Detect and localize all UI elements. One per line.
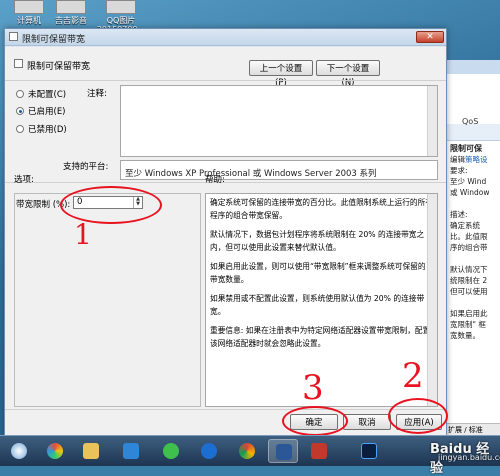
platform-divider [5,182,446,183]
background-window-heading: 限制可保 [450,144,482,153]
taskbar-photoshop[interactable] [354,439,384,463]
header-divider [5,80,446,81]
annotation-circle-apply [388,398,448,434]
previous-setting-button[interactable]: 上一个设置(P) [249,60,313,88]
taskbar-word[interactable] [268,439,298,463]
background-window-bottom-tabs[interactable]: 扩展 / 标准 [446,423,500,435]
help-paragraph: 默认情况下，数据包计划程序将系统限制在 20% 的连接带宽之内，但可以使用此设置… [210,230,425,252]
dialog-title: 限制可保留带宽 [22,35,86,45]
taskbar-group-policy[interactable] [304,439,334,463]
comment-textarea[interactable] [120,85,438,157]
word-icon [276,444,292,460]
footer-divider [5,409,446,410]
background-policy-window[interactable]: QoS 限制可保 编辑策略设 要求: 至少 Wind 或 Window 描述: … [445,60,500,435]
watermark-url: jingyan.baidu.com [438,453,500,462]
comment-label: 注释: [87,89,107,99]
radio-enabled[interactable]: 已启用(E) [16,105,66,117]
chrome-icon [239,443,255,459]
close-icon: ✕ [426,32,434,42]
annotation-number-2: 2 [402,356,424,396]
k-app-icon [201,443,217,459]
taskbar-app-color-ball[interactable] [40,439,70,463]
edit-policy-link[interactable]: 策略设 [465,155,488,164]
options-panel [14,193,201,407]
radio-enabled-dot[interactable] [16,107,24,115]
radio-disabled[interactable]: 已禁用(D) [16,123,67,135]
taskbar [0,435,500,466]
policy-icon [9,32,18,41]
video-player-icon [56,0,86,14]
help-paragraph: 重要信息: 如果在注册表中为特定网络适配器设置带宽限制，配置该网络适配器时就会忽… [210,326,431,348]
taskbar-k-app[interactable] [194,439,224,463]
comment-scrollbar[interactable] [427,86,437,156]
policy-title: 限制可保留带宽 [27,62,91,72]
platform-label: 支持的平台: [63,162,109,172]
taskbar-explorer[interactable] [76,439,106,463]
annotation-number-3: 3 [302,368,324,408]
help-scrollbar[interactable] [427,194,437,406]
help-paragraph: 如果禁用或不配置此设置，则系统使用默认值为 20% 的连接带宽。 [210,294,425,316]
close-button[interactable]: ✕ [416,31,444,43]
desktop-icon-qq-image[interactable]: QQ图片 20150709... [86,0,156,34]
next-setting-button[interactable]: 下一个设置(N) [316,60,380,88]
taskbar-cloud[interactable] [116,439,146,463]
help-label: 帮助: [205,175,225,185]
options-label: 选项: [14,175,34,185]
taskbar-chrome[interactable] [232,439,262,463]
taskbar-360[interactable] [156,439,186,463]
start-button[interactable] [4,439,34,463]
policy-app-icon [311,443,327,459]
color-ball-icon [47,443,63,459]
radio-not-configured-dot[interactable] [16,90,24,98]
dialog-titlebar[interactable]: 限制可保留带宽 ✕ [5,29,446,46]
background-window-tab[interactable]: QoS [462,117,478,126]
help-paragraph: 确定系统可保留的连接带宽的百分比。此值限制系统上运行的所有程序的组合带宽保留。 [210,198,433,220]
photoshop-icon [361,443,377,459]
windows-start-icon [11,443,27,459]
cancel-button[interactable]: 取消 [343,414,391,430]
radio-disabled-dot[interactable] [16,125,24,133]
policy-dialog: 限制可保留带宽 ✕ 限制可保留带宽 上一个设置(P) 下一个设置(N) 未配置(… [4,28,447,436]
annotation-circle-ok [282,406,348,436]
annotation-number-1: 1 [74,218,92,251]
background-window-titlebar [446,60,500,74]
image-file-icon [106,0,136,14]
background-window-header [446,124,500,141]
policy-setting-icon [14,59,23,68]
security-icon [163,443,179,459]
background-window-text: 限制可保 编辑策略设 要求: 至少 Wind 或 Window 描述: 确定系统… [450,144,490,340]
help-paragraph: 如果启用此设置，则可以使用“带宽限制”框来调整系统可保留的带宽数量。 [210,262,426,284]
cloud-icon [123,443,139,459]
title-separator [5,46,446,47]
platform-value: 至少 Windows XP Professional 或 Windows Ser… [125,169,377,179]
folder-icon [83,443,99,459]
radio-not-configured[interactable]: 未配置(C) [16,88,66,100]
